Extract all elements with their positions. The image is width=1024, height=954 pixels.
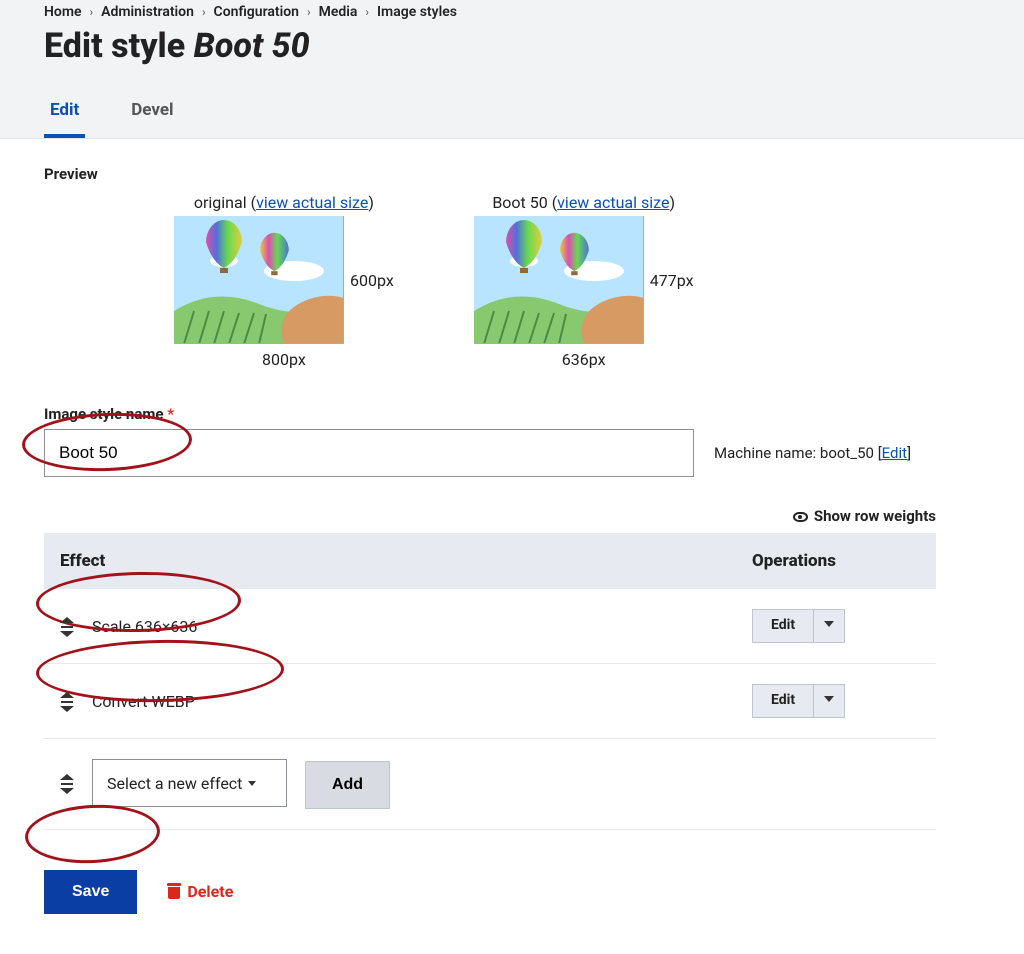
- breadcrumb-item[interactable]: Image styles: [377, 4, 457, 20]
- delete-label: Delete: [187, 882, 233, 901]
- operations-dropdown-toggle[interactable]: [813, 685, 844, 717]
- preview-original-width: 800px: [174, 350, 394, 369]
- tab-edit[interactable]: Edit: [44, 90, 85, 138]
- machine-name-value: boot_50: [820, 444, 874, 462]
- chevron-right-icon: ›: [90, 5, 94, 19]
- chevron-right-icon: ›: [365, 5, 369, 19]
- row-operations-button[interactable]: Edit: [752, 684, 845, 718]
- page-title: Edit style Boot 50: [44, 26, 980, 66]
- machine-name-prefix: Machine name:: [714, 444, 820, 462]
- preview-heading: Preview: [44, 165, 936, 183]
- tab-devel[interactable]: Devel: [125, 90, 179, 138]
- required-marker: *: [163, 405, 174, 423]
- col-effect: Effect: [44, 533, 736, 589]
- trash-icon: [167, 883, 181, 899]
- effect-label: Scale 636×636: [92, 617, 197, 636]
- breadcrumb: Home › Administration › Configuration › Med…: [44, 0, 980, 24]
- col-operations: Operations: [736, 533, 936, 589]
- chevron-down-icon: [824, 621, 834, 627]
- operations-dropdown-toggle[interactable]: [813, 610, 844, 642]
- drag-handle-icon[interactable]: [60, 776, 76, 792]
- preview-original-label: original: [194, 193, 247, 212]
- chevron-down-icon: [248, 781, 256, 786]
- effect-label: Convert WEBP: [92, 692, 195, 711]
- table-row: Convert WEBP Edit: [44, 664, 936, 739]
- preview-styled: Boot 50 (view actual size): [474, 193, 694, 369]
- chevron-down-icon: [824, 696, 834, 702]
- preview-original-height: 600px: [350, 271, 394, 290]
- edit-op-label: Edit: [753, 685, 813, 717]
- view-actual-size-link[interactable]: view actual size: [256, 193, 368, 212]
- preview-styled-width: 636px: [474, 350, 694, 369]
- chevron-right-icon: ›: [202, 5, 206, 19]
- machine-name-text: Machine name: boot_50 [Edit]: [714, 444, 911, 462]
- image-style-name-label: Image style name: [44, 405, 163, 423]
- preview-styled-label: Boot 50: [492, 193, 547, 212]
- preview-styled-thumb: [474, 216, 644, 344]
- breadcrumb-item[interactable]: Home: [44, 4, 82, 20]
- image-style-name-input[interactable]: [44, 429, 694, 477]
- page-title-name: Boot 50: [194, 26, 310, 66]
- table-row: Scale 636×636 Edit: [44, 589, 936, 664]
- page-title-prefix: Edit style: [44, 26, 194, 66]
- preview-styled-height: 477px: [650, 271, 694, 290]
- preview-original: original (view actual size): [174, 193, 394, 369]
- add-effect-button[interactable]: Add: [305, 761, 390, 809]
- effects-table: Effect Operations Scale 636×636 Edit: [44, 533, 936, 830]
- delete-link[interactable]: Delete: [167, 882, 233, 901]
- view-actual-size-link[interactable]: view actual size: [557, 193, 669, 212]
- new-effect-select-label: Select a new effect: [107, 774, 242, 793]
- show-row-weights[interactable]: Show row weights: [44, 507, 936, 525]
- save-button[interactable]: Save: [44, 870, 137, 914]
- show-row-weights-label: Show row weights: [814, 507, 936, 525]
- preview-original-thumb: [174, 216, 344, 344]
- edit-op-label: Edit: [753, 610, 813, 642]
- drag-handle-icon[interactable]: [60, 694, 76, 710]
- new-effect-select[interactable]: Select a new effect: [92, 759, 287, 807]
- table-row: Select a new effect Add: [44, 739, 936, 830]
- machine-name-edit-link[interactable]: Edit: [882, 444, 907, 462]
- drag-handle-icon[interactable]: [60, 619, 76, 635]
- chevron-right-icon: ›: [307, 5, 311, 19]
- breadcrumb-item[interactable]: Administration: [101, 4, 194, 20]
- breadcrumb-item[interactable]: Configuration: [214, 4, 299, 20]
- row-operations-button[interactable]: Edit: [752, 609, 845, 643]
- breadcrumb-item[interactable]: Media: [319, 4, 358, 20]
- eye-icon: [793, 512, 808, 522]
